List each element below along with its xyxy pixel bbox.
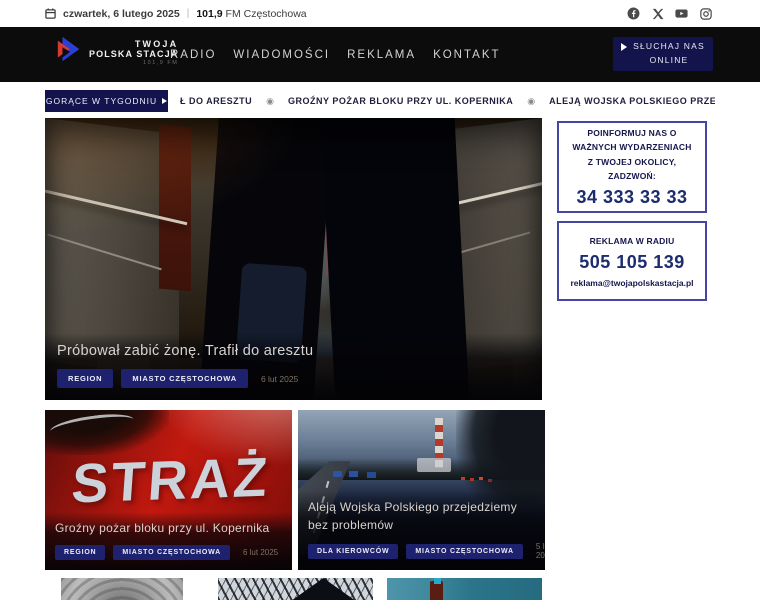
category-tag[interactable]: DLA KIEROWCÓW [308, 543, 399, 559]
contact-info-box: POINFORMUJ NAS O WAŻNYCH WYDARZENIACH Z … [557, 121, 707, 213]
social-links [627, 0, 712, 27]
category-tag[interactable]: MIASTO CZĘSTOCHOWA [121, 369, 248, 388]
featured-article[interactable]: Próbował zabić żonę. Trafił do aresztu R… [45, 118, 542, 400]
listen-online-button[interactable]: SŁUCHAJ NAS ONLINE [613, 37, 713, 71]
nav-menu: RADIO WIADOMOŚCI REKLAMA KONTAKT [170, 27, 501, 82]
advertising-email[interactable]: reklama@twojapolskastacja.pl [570, 278, 693, 288]
article-thumbnail[interactable] [387, 578, 542, 600]
station-logo[interactable]: TWOJA POLSKA STACJA 101,9 FM [55, 35, 178, 70]
article-card-caption: Groźny pożar bloku przy ul. Kopernika RE… [45, 511, 292, 570]
facebook-icon[interactable] [627, 7, 640, 20]
category-tag[interactable]: REGION [55, 545, 106, 560]
ticker-item[interactable]: Ł DO ARESZTU [180, 96, 252, 106]
article-date: 6 lut 2025 [260, 373, 299, 384]
category-tag[interactable]: MIASTO CZĘSTOCHOWA [113, 545, 230, 560]
category-tag[interactable]: REGION [57, 369, 114, 388]
article-date: 6 lut 2025 [242, 548, 279, 557]
play-icon [621, 43, 628, 52]
main-navigation: TWOJA POLSKA STACJA 101,9 FM RADIO WIADO… [0, 27, 760, 82]
featured-article-caption: Próbował zabić żonę. Trafił do aresztu R… [45, 333, 542, 400]
station-frequency: 101,9 FM Częstochowa [196, 7, 307, 20]
topbar: czwartek, 6 lutego 2025 | 101,9 FM Częst… [0, 0, 760, 27]
news-ticker: GORĄCE W TYGODNIU Ł DO ARESZTU ◉ GROŹNY … [0, 90, 760, 112]
x-twitter-icon[interactable] [651, 7, 664, 20]
article-card-title[interactable]: Aleją Wojska Polskiego przejedziemy bez … [308, 499, 535, 534]
station-logo-icon [55, 35, 83, 70]
ticker-item[interactable]: ALEJĄ WOJSKA POLSKIEGO PRZEJEDZIEMY BEZ … [549, 96, 715, 106]
ticker-arrow-icon [162, 98, 168, 104]
article-card-fire[interactable]: STRAŻ Groźny pożar bloku przy ul. Kopern… [45, 410, 292, 570]
page: czwartek, 6 lutego 2025 | 101,9 FM Częst… [0, 0, 760, 600]
fire-truck-lettering: STRAŻ [69, 445, 273, 515]
nav-item-radio[interactable]: RADIO [170, 49, 216, 61]
contact-info-text: POINFORMUJ NAS O WAŻNYCH WYDARZENIACH Z … [572, 128, 692, 181]
ticker-separator-icon: ◉ [266, 95, 275, 106]
article-card-caption: Aleją Wojska Polskiego przejedziemy bez … [298, 491, 545, 570]
article-card-traffic[interactable]: Aleją Wojska Polskiego przejedziemy bez … [298, 410, 545, 570]
instagram-icon[interactable] [699, 7, 712, 20]
ticker-label: GORĄCE W TYGODNIU [45, 90, 168, 112]
topbar-separator: | [186, 8, 190, 19]
category-tag[interactable]: MIASTO CZĘSTOCHOWA [406, 543, 523, 559]
article-card-title[interactable]: Groźny pożar bloku przy ul. Kopernika [55, 520, 282, 537]
advertising-title: REKLAMA W RADIU [589, 235, 675, 246]
advertising-phone-number[interactable]: 505 105 139 [579, 252, 685, 273]
article-date: 5 lut 2025 [535, 542, 545, 560]
calendar-icon [45, 8, 56, 19]
article-thumbnail[interactable] [61, 578, 183, 600]
nav-item-wiadomosci[interactable]: WIADOMOŚCI [233, 49, 330, 61]
nav-item-kontakt[interactable]: KONTAKT [433, 49, 500, 61]
current-date: czwartek, 6 lutego 2025 [63, 7, 180, 20]
ticker-separator-icon: ◉ [527, 95, 536, 106]
nav-item-reklama[interactable]: REKLAMA [347, 49, 416, 61]
youtube-icon[interactable] [675, 7, 688, 20]
contact-phone-number[interactable]: 34 333 33 33 [576, 187, 687, 208]
article-thumbnail[interactable] [218, 578, 373, 600]
ticker-track: Ł DO ARESZTU ◉ GROŹNY POŻAR BLOKU PRZY U… [180, 90, 715, 112]
advertising-box: REKLAMA W RADIU 505 105 139 reklama@twoj… [557, 221, 707, 301]
station-logo-text: TWOJA POLSKA STACJA 101,9 FM [89, 39, 179, 66]
ticker-item[interactable]: GROŹNY POŻAR BLOKU PRZY UL. KOPERNIKA [288, 96, 513, 106]
topbar-date-frequency: czwartek, 6 lutego 2025 | 101,9 FM Częst… [45, 0, 307, 27]
featured-article-title[interactable]: Próbował zabić żonę. Trafił do aresztu [57, 343, 530, 359]
